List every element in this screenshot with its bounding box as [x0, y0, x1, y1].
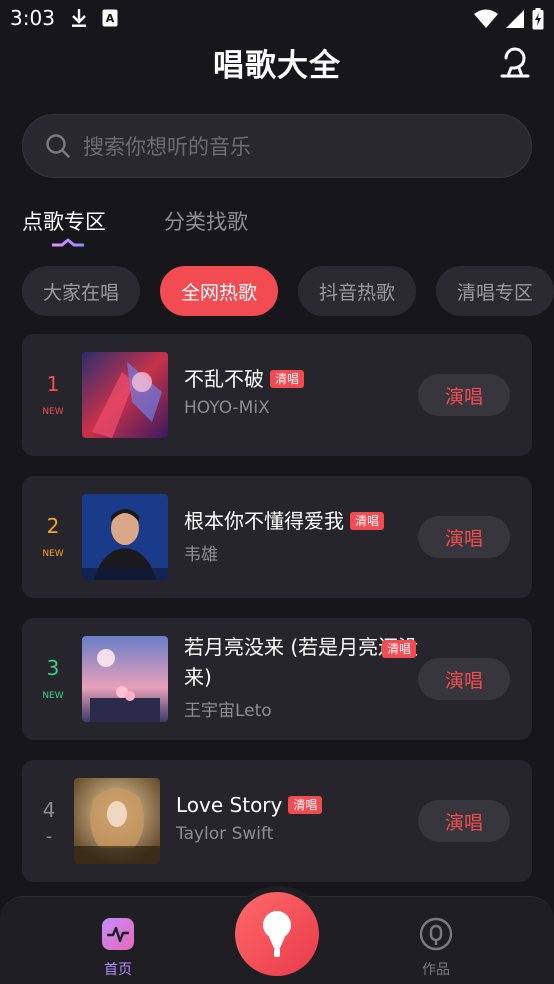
- record-mic-button[interactable]: [235, 892, 319, 976]
- chip-everyone-singing[interactable]: 大家在唱: [22, 266, 141, 316]
- song-artist: 王宇宙Leto: [184, 701, 272, 721]
- song-rank: 1: [46, 372, 60, 396]
- download-icon: [72, 9, 86, 27]
- chip-douyin-hot[interactable]: 抖音热歌: [298, 266, 417, 316]
- status-time: 3:03: [10, 6, 55, 30]
- song-artist: 韦雄: [184, 545, 218, 565]
- chip-acapella[interactable]: 清唱专区: [436, 266, 554, 316]
- search-icon: [46, 134, 70, 158]
- song-card[interactable]: 1 NEW 不乱不破 清唱 HOYO-MiX 演唱: [22, 334, 532, 456]
- font-a-icon: A: [102, 9, 118, 27]
- album-cover: [82, 494, 168, 580]
- search-input[interactable]: 搜索你想听的音乐: [22, 114, 532, 178]
- album-cover: [82, 636, 168, 722]
- tab-label: 分类找歌: [164, 210, 248, 234]
- acapella-tag: 清唱: [382, 640, 417, 658]
- section-tabs: 点歌专区 分类找歌: [22, 206, 248, 247]
- signal-icon: [506, 10, 524, 28]
- tab-category[interactable]: 分类找歌: [164, 206, 248, 236]
- song-title: 不乱不破: [184, 367, 264, 391]
- acapella-tag: 清唱: [350, 512, 385, 530]
- album-cover: [82, 352, 168, 438]
- song-card[interactable]: 3 NEW 若月亮没来 (若是月亮还没来) 清唱 王宇宙Leto 演唱: [22, 618, 532, 740]
- chip-hot-songs[interactable]: 全网热歌: [160, 266, 279, 316]
- rank-badge: NEW: [42, 549, 64, 559]
- acapella-tag: 清唱: [270, 370, 305, 388]
- song-card[interactable]: 4 - Love Story 清唱 Taylor Swift 演唱: [22, 760, 532, 882]
- rank-badge: -: [45, 826, 53, 847]
- sing-button[interactable]: 演唱: [418, 800, 510, 842]
- song-artist: HOYO-MiX: [184, 398, 270, 418]
- search-placeholder: 搜索你想听的音乐: [83, 135, 251, 159]
- works-icon: [419, 917, 453, 951]
- battery-icon: [532, 8, 544, 30]
- rank-badge: NEW: [42, 407, 64, 417]
- song-title: 根本你不懂得爱我: [184, 509, 344, 533]
- status-bar: 3:03 A: [0, 0, 554, 38]
- song-rank: 4: [42, 798, 56, 822]
- song-title: Love Story: [176, 793, 283, 817]
- wifi-icon: [474, 9, 498, 28]
- tab-active-indicator: [52, 238, 84, 247]
- tab-label: 点歌专区: [22, 210, 106, 234]
- home-pulse-icon: [102, 918, 134, 950]
- tab-song-request[interactable]: 点歌专区: [22, 206, 106, 247]
- song-artist: Taylor Swift: [176, 824, 274, 844]
- nav-home[interactable]: 首页: [88, 917, 148, 979]
- rank-badge: NEW: [42, 691, 64, 701]
- sing-button[interactable]: 演唱: [418, 374, 510, 416]
- album-cover: [74, 778, 160, 864]
- song-card[interactable]: 2 NEW 根本你不懂得爱我 清唱 韦雄 演唱: [22, 476, 532, 598]
- nav-works[interactable]: 作品: [406, 917, 466, 979]
- nav-home-label: 首页: [104, 962, 132, 978]
- microphone-icon: [263, 911, 291, 957]
- nav-works-label: 作品: [422, 962, 450, 978]
- category-chips: 大家在唱 全网热歌 抖音热歌 清唱专区: [22, 266, 554, 316]
- page-title: 唱歌大全: [213, 48, 341, 84]
- singer-profile-icon[interactable]: [498, 44, 532, 78]
- sing-button[interactable]: 演唱: [418, 516, 510, 558]
- svg-text:A: A: [106, 12, 115, 25]
- sing-button[interactable]: 演唱: [418, 658, 510, 700]
- acapella-tag: 清唱: [288, 796, 323, 814]
- song-rank: 2: [46, 514, 60, 538]
- song-rank: 3: [46, 656, 60, 680]
- song-list: 1 NEW 不乱不破 清唱 HOYO-MiX 演唱 2 NEW 根本你不懂得爱我…: [22, 334, 532, 902]
